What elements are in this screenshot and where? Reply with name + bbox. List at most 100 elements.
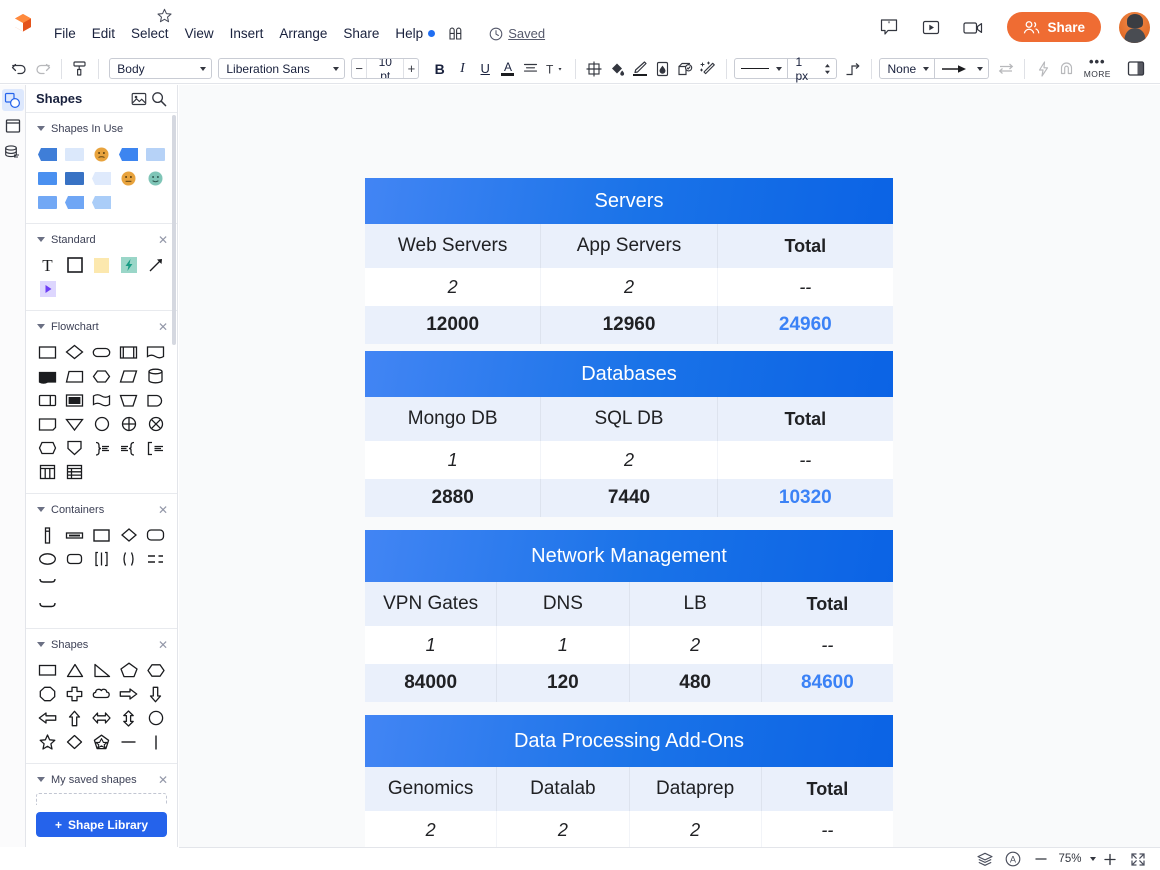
process-shape[interactable]: [34, 340, 61, 364]
vertical-bracket-shape[interactable]: [88, 547, 115, 571]
hexagon-mid-blue-swatch[interactable]: [61, 190, 88, 214]
rect-pale-blue-swatch[interactable]: [61, 142, 88, 166]
rectangle-shape[interactable]: [34, 658, 61, 682]
curly-brace-shape-2[interactable]: [61, 571, 88, 595]
section-header[interactable]: Flowchart ✕: [26, 318, 177, 335]
line-jump-icon[interactable]: [841, 57, 864, 80]
layers-icon[interactable]: [971, 849, 999, 870]
undo-icon[interactable]: [8, 57, 31, 80]
action-shape[interactable]: [115, 253, 142, 277]
droplet-icon[interactable]: [651, 57, 674, 80]
font-size-decrease[interactable]: −: [352, 59, 367, 78]
fit-screen-icon[interactable]: [1124, 849, 1152, 870]
apps-grid-icon[interactable]: [448, 26, 465, 41]
sidebar-item-templates[interactable]: [2, 115, 24, 137]
magic-wand-icon[interactable]: [697, 57, 720, 80]
pen-icon[interactable]: [628, 57, 651, 80]
section-header[interactable]: Shapes In Use: [26, 120, 177, 137]
menu-view[interactable]: View: [177, 23, 222, 44]
extract-shape[interactable]: [61, 412, 88, 436]
right-arrow-shape[interactable]: [115, 682, 142, 706]
menu-arrange[interactable]: Arrange: [271, 23, 335, 44]
manual-operation-shape[interactable]: [115, 388, 142, 412]
vertical-container-shape[interactable]: [34, 523, 61, 547]
section-header[interactable]: My saved shapes ✕: [26, 771, 177, 788]
hexagon-pale-swatch[interactable]: [88, 166, 115, 190]
hexagon-blue-swatch[interactable]: [34, 142, 61, 166]
shape-library-button[interactable]: + Shape Library: [36, 812, 167, 837]
text-options-button[interactable]: T: [542, 57, 568, 80]
close-icon[interactable]: ✕: [158, 775, 168, 785]
rounded-container-shape[interactable]: [142, 523, 169, 547]
text-color-button[interactable]: A: [497, 57, 520, 80]
present-icon[interactable]: [919, 15, 943, 39]
terminator-shape[interactable]: [88, 340, 115, 364]
internal-storage-shape[interactable]: [34, 388, 61, 412]
brace-left-shape[interactable]: [115, 436, 142, 460]
star-outline-shape[interactable]: [88, 730, 115, 754]
save-status[interactable]: Saved: [489, 26, 545, 41]
brace-right-shape[interactable]: [88, 436, 115, 460]
vertical-line-shape[interactable]: [142, 730, 169, 754]
underline-button[interactable]: U: [474, 57, 497, 80]
square-shape[interactable]: [61, 253, 88, 277]
shapes-panel-scroll[interactable]: Shapes In Use: [26, 113, 177, 805]
table-databases[interactable]: Databases Mongo DB SQL DB Total 1 2 -- 2…: [365, 351, 893, 517]
dashed-lines-shape[interactable]: [142, 547, 169, 571]
section-header[interactable]: Standard ✕: [26, 231, 177, 248]
italic-button[interactable]: I: [451, 57, 474, 80]
emoji-neutral-orange-swatch[interactable]: [115, 166, 142, 190]
table-servers[interactable]: Servers Web Servers App Servers Total 2 …: [365, 178, 893, 344]
collapse-triangle-icon[interactable]: [37, 642, 45, 647]
diamond-container-shape[interactable]: [115, 523, 142, 547]
menu-share[interactable]: Share: [335, 23, 387, 44]
line-end-select[interactable]: [935, 58, 989, 79]
predefined-process-shape[interactable]: [115, 340, 142, 364]
manual-input-shape[interactable]: [34, 364, 61, 388]
comment-icon[interactable]: ”: [877, 15, 901, 39]
more-options-button[interactable]: ••• MORE: [1077, 58, 1117, 79]
rect-light-blue-swatch[interactable]: [142, 142, 169, 166]
magnet-icon[interactable]: [1055, 57, 1078, 80]
paint-bucket-icon[interactable]: [606, 57, 629, 80]
rounded-rect-container-shape[interactable]: [61, 547, 88, 571]
lightning-icon[interactable]: [1032, 57, 1055, 80]
shape-size-icon[interactable]: [583, 57, 606, 80]
curly-brace-down-shape[interactable]: [34, 595, 61, 619]
table-columns-shape[interactable]: [34, 460, 61, 484]
paren-container-shape[interactable]: [115, 547, 142, 571]
swap-arrows-icon[interactable]: [994, 57, 1017, 80]
align-icon[interactable]: [519, 57, 542, 80]
share-button[interactable]: Share: [1007, 12, 1101, 42]
panel-scrollbar[interactable]: [172, 115, 176, 345]
connector-shape[interactable]: [88, 412, 115, 436]
left-right-arrow-shape[interactable]: [88, 706, 115, 730]
collapse-triangle-icon[interactable]: [37, 777, 45, 782]
text-shape[interactable]: T: [34, 253, 61, 277]
menu-insert[interactable]: Insert: [222, 23, 272, 44]
rect-dark-blue-swatch[interactable]: [61, 166, 88, 190]
zoom-out-button[interactable]: [1027, 849, 1055, 870]
menu-edit[interactable]: Edit: [84, 23, 123, 44]
curly-brace-shape[interactable]: [34, 571, 61, 595]
avatar[interactable]: [1119, 12, 1150, 43]
font-size-increase[interactable]: +: [403, 59, 418, 78]
decision-shape[interactable]: [61, 340, 88, 364]
video-record-icon[interactable]: [961, 15, 985, 39]
format-painter-icon[interactable]: [69, 57, 92, 80]
font-size-stepper[interactable]: − 10 pt +: [351, 58, 419, 79]
text-style-select[interactable]: Body: [109, 58, 212, 79]
hexagon-light-swatch[interactable]: [88, 190, 115, 214]
card-shape[interactable]: [61, 388, 88, 412]
ellipse-container-shape[interactable]: [34, 547, 61, 571]
emoji-teal-swatch[interactable]: [142, 166, 169, 190]
or-shape[interactable]: [142, 412, 169, 436]
preparation-shape[interactable]: [88, 364, 115, 388]
cloud-shape[interactable]: [88, 682, 115, 706]
hexagon-shape[interactable]: [142, 658, 169, 682]
line-arrow-shape[interactable]: [142, 253, 169, 277]
favorite-star-button[interactable]: [152, 5, 176, 27]
close-icon[interactable]: ✕: [158, 322, 168, 332]
horizontal-line-shape[interactable]: [115, 730, 142, 754]
zoom-in-button[interactable]: [1096, 849, 1124, 870]
